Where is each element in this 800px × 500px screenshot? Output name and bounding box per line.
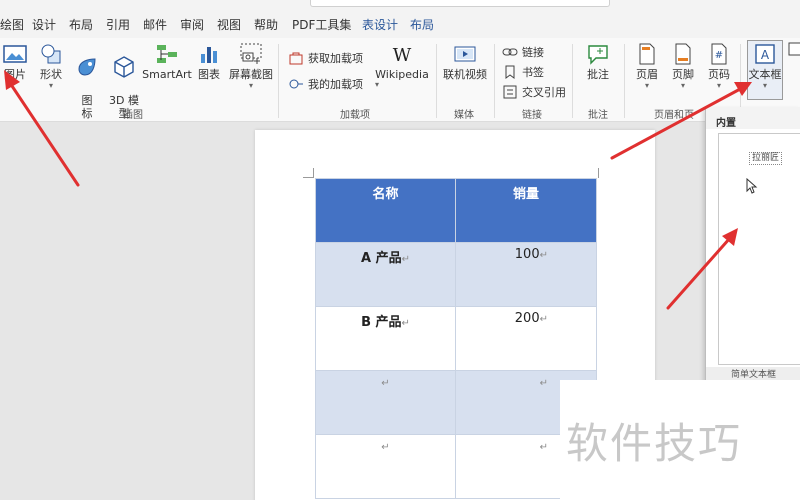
picture-button[interactable]: 图片: [0, 42, 30, 81]
crop-mark: [313, 168, 314, 178]
chevron-down-icon: ▾: [716, 81, 721, 90]
title-search-box[interactable]: [310, 0, 610, 7]
table-row: ↵ ↵: [315, 370, 597, 435]
chevron-down-icon: ▾: [762, 81, 767, 90]
video-icon: [454, 46, 476, 62]
table-cell[interactable]: ↵: [315, 370, 456, 435]
header-cell-name[interactable]: 名称: [315, 178, 456, 243]
chart-icon: [201, 47, 217, 63]
textbox-button[interactable]: A 文本框 ▾: [747, 42, 783, 90]
watermark-text: 软件技巧: [566, 419, 743, 468]
cube-icon: [114, 56, 134, 78]
comment-button[interactable]: 批注: [580, 42, 616, 81]
group-separator: [624, 44, 625, 118]
group-label-addins: 加载项: [340, 110, 370, 121]
gallery-item-label: 拉丽匠: [749, 152, 783, 165]
quickparts-icon: [788, 42, 800, 56]
group-separator: [572, 44, 573, 118]
group-label-header-footer: 页眉和页: [654, 110, 694, 121]
tab-references[interactable]: 引用: [106, 16, 130, 33]
cross-reference-icon: [503, 85, 517, 99]
group-label-media: 媒体: [454, 110, 474, 121]
link-icon: [502, 48, 518, 56]
page-number-icon: #: [711, 43, 727, 65]
chevron-down-icon: ▾: [644, 81, 649, 90]
page-number-button[interactable]: # 页码 ▾: [704, 42, 734, 90]
addins-icon: [289, 79, 303, 89]
group-label-illustrations: 插图: [123, 110, 143, 121]
tab-view[interactable]: 视图: [217, 16, 241, 33]
textbox-icon: A: [755, 44, 775, 64]
icons-icon: [78, 58, 96, 76]
table-cell[interactable]: A 产品↵: [315, 242, 456, 307]
table-header-row: 名称 销量: [315, 178, 597, 243]
online-video-button[interactable]: 联机视频: [442, 42, 488, 81]
bookmark-button[interactable]: 书签: [502, 64, 544, 80]
menu-bar: 绘图 设计 布局 引用 邮件 审阅 视图 帮助 PDF工具集 表设计 布局: [0, 10, 800, 38]
svg-text:W: W: [393, 45, 412, 66]
bookmark-icon: [505, 65, 515, 79]
table-cell[interactable]: 100↵: [455, 242, 597, 307]
wikipedia-button[interactable]: W Wikipedia: [374, 42, 430, 81]
footer-button[interactable]: 页脚 ▾: [668, 42, 698, 90]
screenshot-icon: [240, 43, 262, 64]
chevron-down-icon: ▾: [48, 81, 53, 90]
tab-review[interactable]: 审阅: [180, 16, 204, 33]
ribbon: 图片 形状 ▾ 图 标 3D 模 型 ▾ SmartArt 图表 屏幕截图 ▾ …: [0, 38, 800, 129]
tab-mailings[interactable]: 邮件: [143, 16, 167, 33]
chart-button[interactable]: 图表: [194, 42, 224, 81]
gallery-item-builtin[interactable]: 拉丽匠: [718, 133, 800, 365]
screenshot-button[interactable]: 屏幕截图 ▾: [228, 42, 274, 90]
mouse-cursor-icon: [746, 178, 758, 194]
header-button[interactable]: 页眉 ▾: [632, 42, 662, 90]
crop-mark: [598, 168, 599, 178]
data-table[interactable]: 名称 销量 A 产品↵ 100↵ B 产品↵ 200↵ ↵ ↵ ↵ ↵: [315, 178, 597, 499]
header-cell-sales[interactable]: 销量: [455, 178, 597, 243]
footer-icon: [675, 43, 691, 65]
crop-mark: [303, 177, 313, 178]
smartart-button[interactable]: SmartArt: [142, 42, 192, 81]
tab-design[interactable]: 设计: [32, 16, 56, 33]
table-row: B 产品↵ 200↵: [315, 306, 597, 371]
group-label-comments: 批注: [588, 110, 608, 121]
tab-table-design[interactable]: 表设计: [362, 16, 398, 33]
gallery-header: 内置: [706, 107, 800, 129]
svg-text:A: A: [761, 48, 770, 62]
table-cell[interactable]: B 产品↵: [315, 306, 456, 371]
tab-help[interactable]: 帮助: [254, 16, 278, 33]
link-button[interactable]: 链接: [502, 44, 544, 60]
tab-layout[interactable]: 布局: [69, 16, 93, 33]
chevron-down-icon: ▾: [680, 81, 685, 90]
picture-icon: [3, 45, 27, 63]
smartart-icon: [157, 45, 177, 63]
shapes-icon: [41, 44, 61, 64]
wikipedia-icon: W: [393, 45, 412, 66]
cross-reference-button[interactable]: 交叉引用: [502, 84, 566, 100]
tab-pdf-tools[interactable]: PDF工具集: [292, 16, 351, 33]
comment-icon: [588, 45, 608, 65]
svg-text:#: #: [715, 50, 723, 61]
shapes-button[interactable]: 形状 ▾: [36, 42, 66, 90]
group-separator: [494, 44, 495, 118]
tab-table-layout[interactable]: 布局: [410, 16, 434, 33]
tab-draw[interactable]: 绘图: [0, 16, 24, 33]
icons-button[interactable]: 图 标: [72, 42, 102, 120]
table-cell[interactable]: 200↵: [455, 306, 597, 371]
chevron-down-icon: ▾: [248, 81, 253, 90]
get-addins-button[interactable]: 获取加载项: [288, 50, 363, 66]
table-cell[interactable]: ↵: [315, 434, 456, 499]
table-row: A 产品↵ 100↵: [315, 242, 597, 307]
table-row: ↵ ↵: [315, 434, 597, 499]
group-separator: [436, 44, 437, 118]
group-label-links: 链接: [522, 110, 542, 121]
my-addins-button[interactable]: 我的加载项 ▾: [288, 76, 379, 92]
more-insert-button[interactable]: [788, 42, 800, 58]
header-icon: [639, 43, 655, 65]
group-separator: [278, 44, 279, 118]
store-icon: [289, 52, 303, 65]
